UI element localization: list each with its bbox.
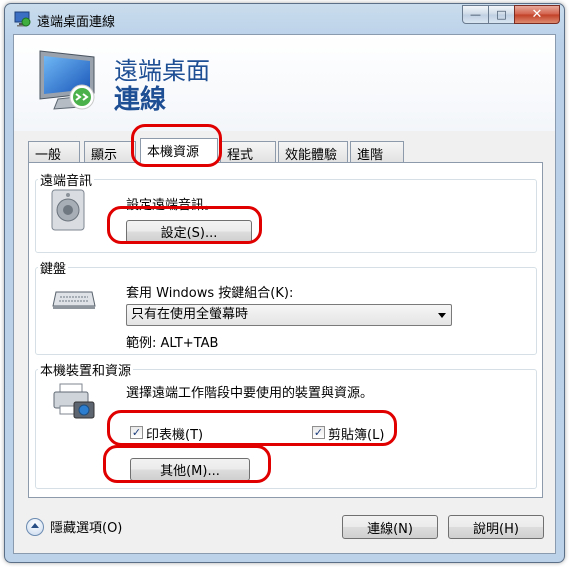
remote-audio-label: 遠端音訊 — [38, 170, 95, 189]
keyboard-group: 鍵盤 套用 Windows 按鍵組合(K): 只有在使用全螢幕時 範例: ALT… — [35, 258, 537, 355]
tab-display[interactable]: 顯示 — [84, 141, 136, 163]
remote-audio-group: 遠端音訊 設定遠端音訊。 設定(S)... — [35, 170, 537, 253]
minimize-icon: — — [470, 8, 481, 21]
title-bar[interactable]: 遠端桌面連線 — □ ✕ — [5, 4, 564, 34]
header-banner: 遠端桌面 連線 — [14, 35, 555, 131]
help-button[interactable]: 說明(H) — [448, 515, 544, 539]
keyboard-example: 範例: ALT+TAB — [126, 336, 219, 351]
printer-checkbox[interactable]: ✓ — [130, 426, 143, 439]
keyboard-label: 鍵盤 — [38, 258, 69, 277]
window-title: 遠端桌面連線 — [37, 15, 116, 30]
close-icon: ✕ — [531, 7, 543, 22]
hide-options-toggle[interactable]: 隱藏選項(O) — [26, 517, 122, 536]
tab-advanced[interactable]: 進階 — [350, 141, 404, 163]
close-button[interactable]: ✕ — [514, 5, 560, 24]
keyboard-icon — [52, 291, 96, 309]
local-devices-description: 選擇遠端工作階段中要使用的裝置與資源。 — [126, 386, 374, 401]
speaker-icon — [51, 189, 85, 231]
dialog-client-area: 遠端桌面 連線 一般 顯示 本機資源 程式 效能體驗 進階 遠端音訊 設定遠端音… — [13, 34, 556, 554]
local-devices-label: 本機裝置和資源 — [38, 360, 134, 379]
tab-local-resources[interactable]: 本機資源 — [140, 138, 218, 163]
clipboard-checkbox[interactable]: ✓ — [312, 426, 325, 439]
tab-experience[interactable]: 效能體驗 — [278, 141, 348, 163]
more-devices-button[interactable]: 其他(M)... — [130, 458, 250, 481]
local-resources-panel: 遠端音訊 設定遠端音訊。 設定(S)... 鍵盤 套用 Windows 按鍵組合… — [28, 162, 543, 498]
maximize-button[interactable]: □ — [488, 5, 515, 24]
remote-desktop-window: 遠端桌面連線 — □ ✕ 遠端桌面 連線 一般 顯示 本機資源 程式 效能體驗 … — [4, 3, 565, 563]
chevron-down-icon — [438, 313, 446, 318]
printer-camera-icon — [53, 383, 95, 419]
keyboard-combination-select[interactable]: 只有在使用全螢幕時 — [126, 304, 452, 326]
tab-programs[interactable]: 程式 — [220, 141, 276, 163]
tab-general[interactable]: 一般 — [28, 141, 80, 163]
connect-button[interactable]: 連線(N) — [342, 515, 438, 539]
minimize-button[interactable]: — — [462, 5, 489, 24]
audio-settings-button[interactable]: 設定(S)... — [126, 220, 252, 243]
local-devices-group: 本機裝置和資源 選擇遠端工作階段中要使用的裝置與資源。 ✓ 印表機(T) ✓ 剪… — [35, 360, 537, 489]
remote-desktop-icon — [14, 11, 31, 27]
clipboard-label[interactable]: 剪貼簿(L) — [328, 424, 384, 443]
window-controls: — □ ✕ — [462, 5, 560, 24]
printer-label[interactable]: 印表機(T) — [146, 424, 203, 443]
remote-audio-description: 設定遠端音訊。 — [126, 198, 218, 213]
keyboard-description: 套用 Windows 按鍵組合(K): — [126, 286, 294, 301]
chevron-up-icon — [26, 517, 44, 536]
hide-options-label: 隱藏選項(O) — [50, 521, 123, 536]
maximize-icon: □ — [496, 8, 507, 21]
banner-title-line2: 連線 — [114, 85, 167, 115]
monitor-connection-icon — [39, 50, 95, 110]
